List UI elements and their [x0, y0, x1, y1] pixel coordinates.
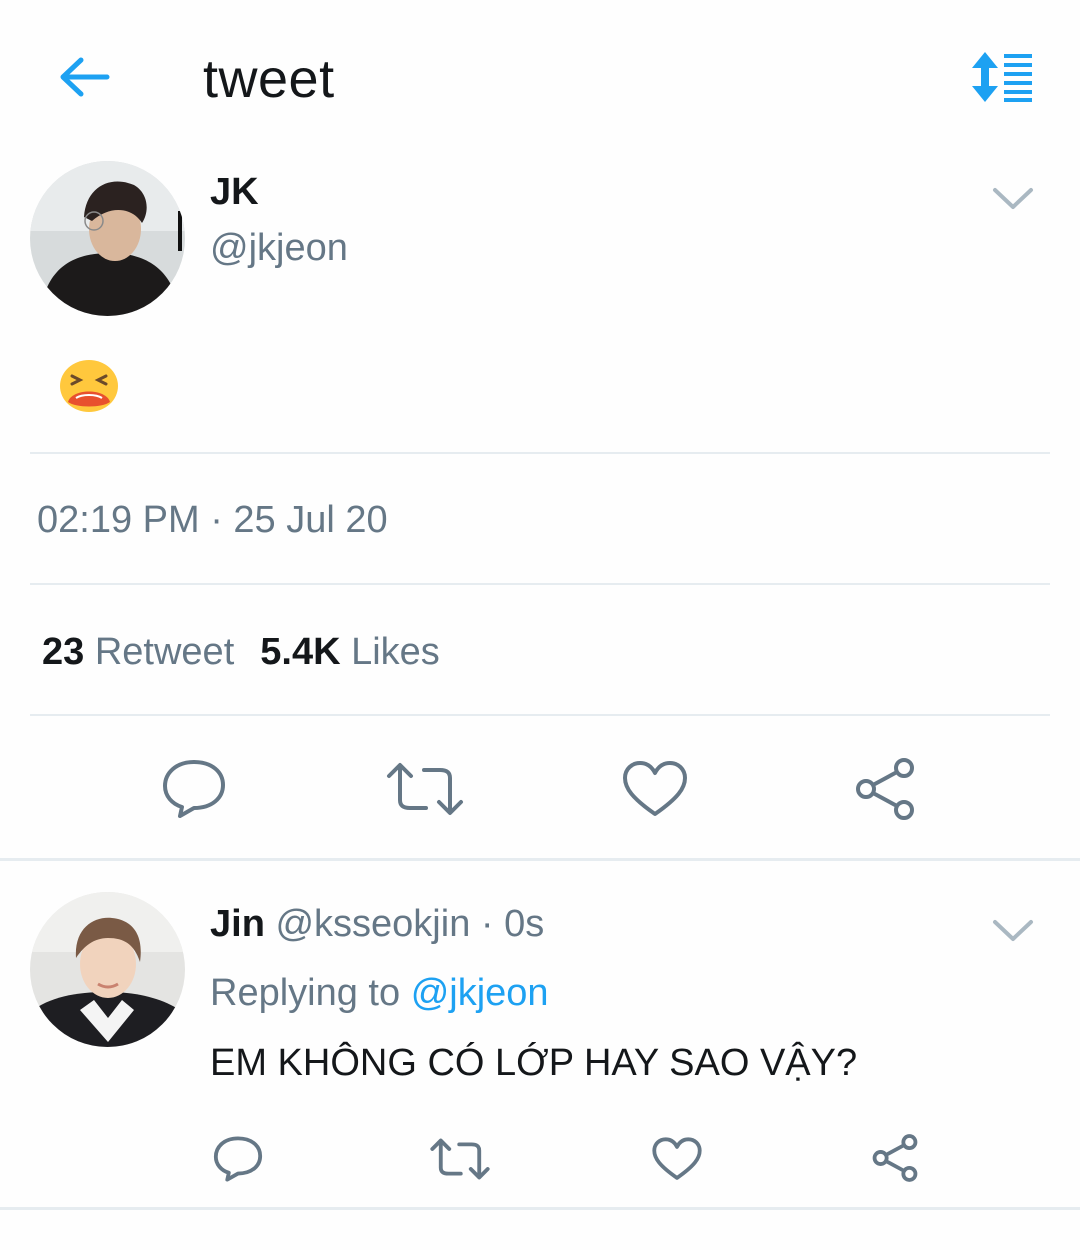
reply-icon — [163, 760, 225, 818]
like-icon — [623, 761, 687, 816]
reply-display-name[interactable]: Jin — [210, 903, 265, 945]
like-button[interactable] — [622, 760, 688, 818]
retweet-icon — [387, 763, 463, 815]
divider — [30, 583, 1050, 585]
share-icon — [872, 1134, 918, 1182]
retweet-stat[interactable]: 23 Retweet — [42, 631, 234, 673]
avatar[interactable] — [30, 892, 185, 1047]
timestamp[interactable]: 02:19 PM · 25 Jul 20 — [37, 499, 388, 542]
like-button[interactable] — [652, 1136, 702, 1182]
retweet-button[interactable] — [386, 762, 464, 816]
retweet-count: 23 — [42, 631, 85, 673]
likes-label: Likes — [351, 631, 440, 673]
divider — [30, 714, 1050, 716]
share-button[interactable] — [870, 1133, 920, 1183]
arrow-left-icon — [60, 57, 110, 97]
back-button[interactable] — [55, 52, 115, 102]
share-button[interactable] — [852, 756, 918, 822]
reply-button[interactable] — [160, 758, 228, 820]
reply-handle-time[interactable]: @ksseokjin · 0s — [275, 903, 544, 945]
replying-to: Replying to @jkjeon — [210, 972, 549, 1015]
sort-button[interactable] — [968, 50, 1034, 104]
retweet-icon — [430, 1138, 490, 1180]
tweet-stats: 23 Retweet 5.4K Likes — [42, 631, 440, 674]
divider — [30, 452, 1050, 454]
share-icon — [856, 758, 914, 820]
retweet-button[interactable] — [430, 1138, 490, 1180]
chevron-down-icon — [993, 920, 1033, 941]
reply-icon — [213, 1136, 263, 1182]
tweet-options-button[interactable] — [990, 180, 1036, 216]
replying-to-handle-link[interactable]: @jkjeon — [411, 972, 549, 1014]
chevron-down-icon — [993, 188, 1033, 209]
retweet-label: Retweet — [94, 631, 235, 673]
avatar[interactable] — [30, 161, 185, 316]
like-icon — [652, 1137, 702, 1180]
user-handle[interactable]: @jkjeon — [210, 227, 348, 270]
reply-button[interactable] — [212, 1134, 264, 1184]
reply-text: EM KHÔNG CÓ LỚP HAY SAO VẬY? — [210, 1042, 858, 1084]
display-name[interactable]: JK — [210, 171, 259, 214]
reply-options-button[interactable] — [990, 912, 1036, 948]
likes-count: 5.4K — [260, 631, 341, 673]
section-divider — [0, 1207, 1080, 1210]
reply-header: Jin @ksseokjin · 0s — [210, 903, 544, 946]
tired-face-emoji — [58, 358, 120, 414]
page-title: tweet — [203, 49, 335, 109]
likes-stat[interactable]: 5.4K Likes — [260, 631, 440, 673]
replying-to-label: Replying to — [210, 972, 401, 1014]
section-divider — [0, 858, 1080, 861]
sort-list-icon — [972, 52, 1032, 102]
